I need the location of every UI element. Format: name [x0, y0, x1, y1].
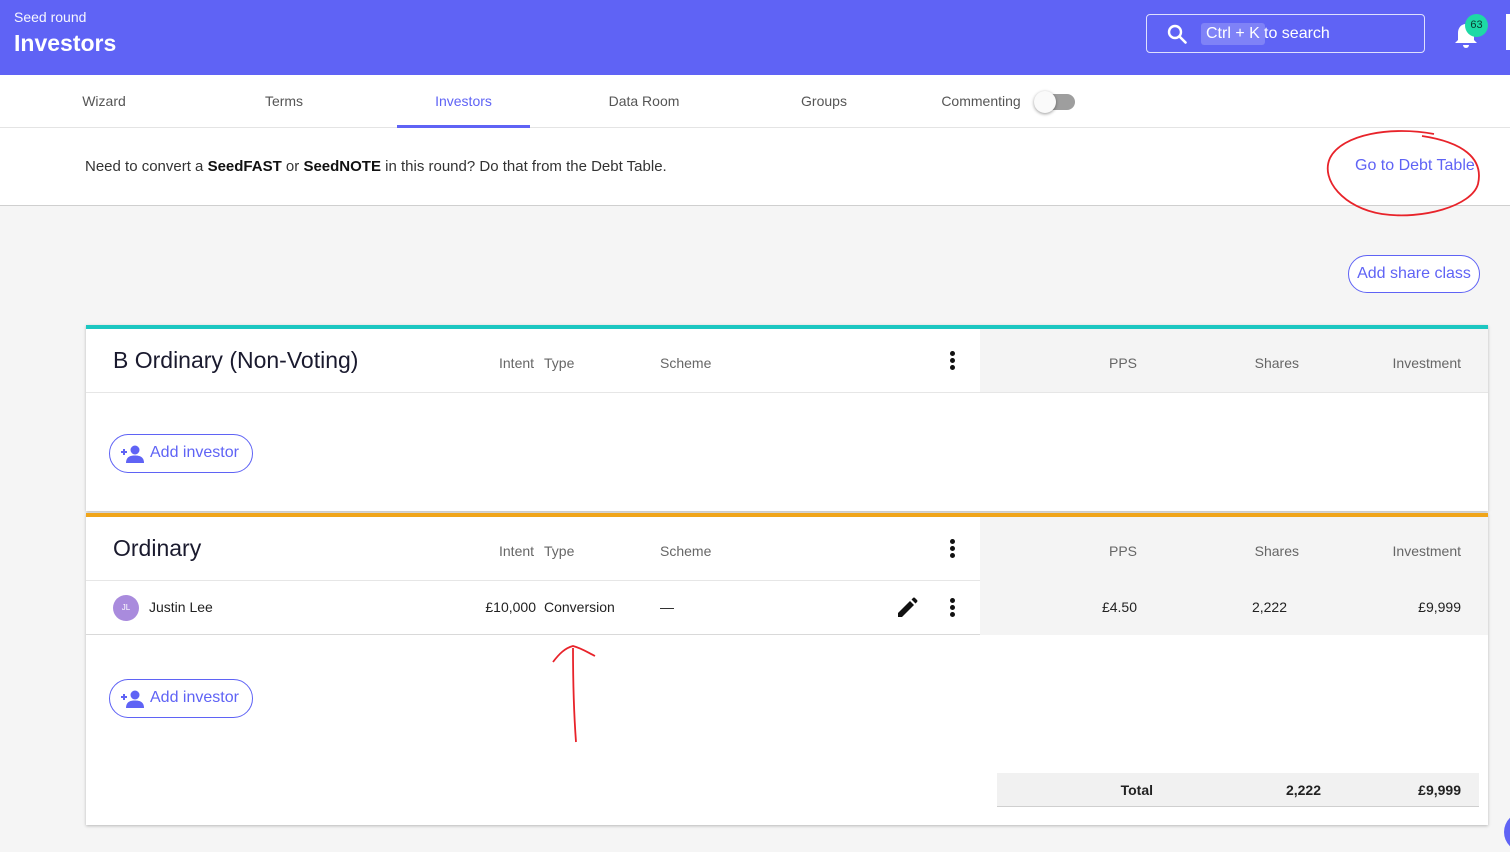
total-shares: 2,222	[1285, 782, 1321, 798]
commenting-toggle[interactable]	[1034, 91, 1075, 113]
add-share-class-button[interactable]: Add share class	[1348, 255, 1480, 293]
add-investor-label: Add investor	[150, 689, 239, 706]
share-class-name: B Ordinary (Non-Voting)	[113, 347, 359, 373]
col-type: Type	[544, 543, 575, 559]
annotation-arrow	[552, 645, 596, 743]
search-box[interactable]: Ctrl + K to search	[1146, 14, 1425, 53]
investor-investment: £9,999	[1418, 599, 1461, 615]
col-scheme: Scheme	[660, 543, 712, 559]
tab-bar: Wizard Terms Investors Data Room Groups …	[0, 75, 1510, 128]
more-vert-icon[interactable]	[950, 351, 956, 372]
panel-edge	[1506, 14, 1510, 50]
round-name: Seed round	[14, 9, 87, 25]
person-add-icon	[120, 689, 146, 714]
col-investment: Investment	[1392, 355, 1461, 371]
share-class-header: Ordinary Intent Type Scheme PPS Shares I…	[86, 517, 1488, 581]
add-investor-button[interactable]: Add investor	[109, 434, 253, 473]
search-icon	[1167, 24, 1187, 49]
tab-wizard[interactable]: Wizard	[60, 75, 148, 128]
share-class-card-b-ordinary: B Ordinary (Non-Voting) Intent Type Sche…	[86, 325, 1488, 511]
notice-message: Need to convert a SeedFAST or SeedNOTE i…	[85, 158, 667, 175]
investor-scheme: —	[660, 599, 674, 615]
col-pps: PPS	[1108, 543, 1137, 559]
tab-data-room[interactable]: Data Room	[595, 75, 693, 128]
col-intent: Intent	[499, 543, 535, 559]
col-shares: Shares	[1254, 543, 1299, 559]
debt-notice: Need to convert a SeedFAST or SeedNOTE i…	[0, 128, 1510, 206]
app-header: Seed round Investors Ctrl + K to search …	[0, 0, 1510, 75]
tab-groups[interactable]: Groups	[780, 75, 868, 128]
search-shortcut: Ctrl + K	[1201, 23, 1265, 45]
add-investor-label: Add investor	[150, 444, 239, 461]
more-vert-icon[interactable]	[950, 598, 956, 619]
col-pps: PPS	[1108, 355, 1137, 371]
search-placeholder: to search	[1264, 25, 1330, 42]
tab-investors[interactable]: Investors	[397, 75, 530, 128]
person-add-icon	[120, 444, 146, 469]
floating-action-button[interactable]	[1504, 812, 1510, 852]
avatar: JL	[113, 595, 139, 621]
col-type: Type	[544, 355, 575, 371]
investor-intent: £10,000	[485, 599, 536, 615]
edit-icon[interactable]	[896, 597, 918, 624]
total-label: Total	[1120, 782, 1153, 798]
add-investor-button[interactable]: Add investor	[109, 679, 253, 718]
annotation-circle	[1327, 130, 1480, 217]
page-title: Investors	[14, 30, 117, 56]
total-investment: £9,999	[1418, 782, 1461, 798]
investor-row[interactable]: JL Justin Lee £10,000 Conversion — £4.50…	[86, 580, 1488, 635]
tab-terms[interactable]: Terms	[240, 75, 328, 128]
total-row: Total 2,222 £9,999	[997, 773, 1479, 807]
more-vert-icon[interactable]	[950, 539, 956, 560]
notification-badge: 63	[1465, 14, 1488, 37]
share-class-header: B Ordinary (Non-Voting) Intent Type Sche…	[86, 329, 1488, 393]
toggle-knob	[1034, 91, 1056, 113]
col-shares: Shares	[1254, 355, 1299, 371]
investor-pps: £4.50	[1101, 599, 1137, 615]
investor-type: Conversion	[544, 599, 615, 615]
col-investment: Investment	[1392, 543, 1461, 559]
share-class-name: Ordinary	[113, 535, 202, 561]
investor-shares: 2,222	[1251, 599, 1287, 615]
investor-name[interactable]: Justin Lee	[149, 599, 213, 615]
tab-commenting: Commenting	[941, 93, 1021, 109]
col-intent: Intent	[499, 355, 535, 371]
col-scheme: Scheme	[660, 355, 712, 371]
